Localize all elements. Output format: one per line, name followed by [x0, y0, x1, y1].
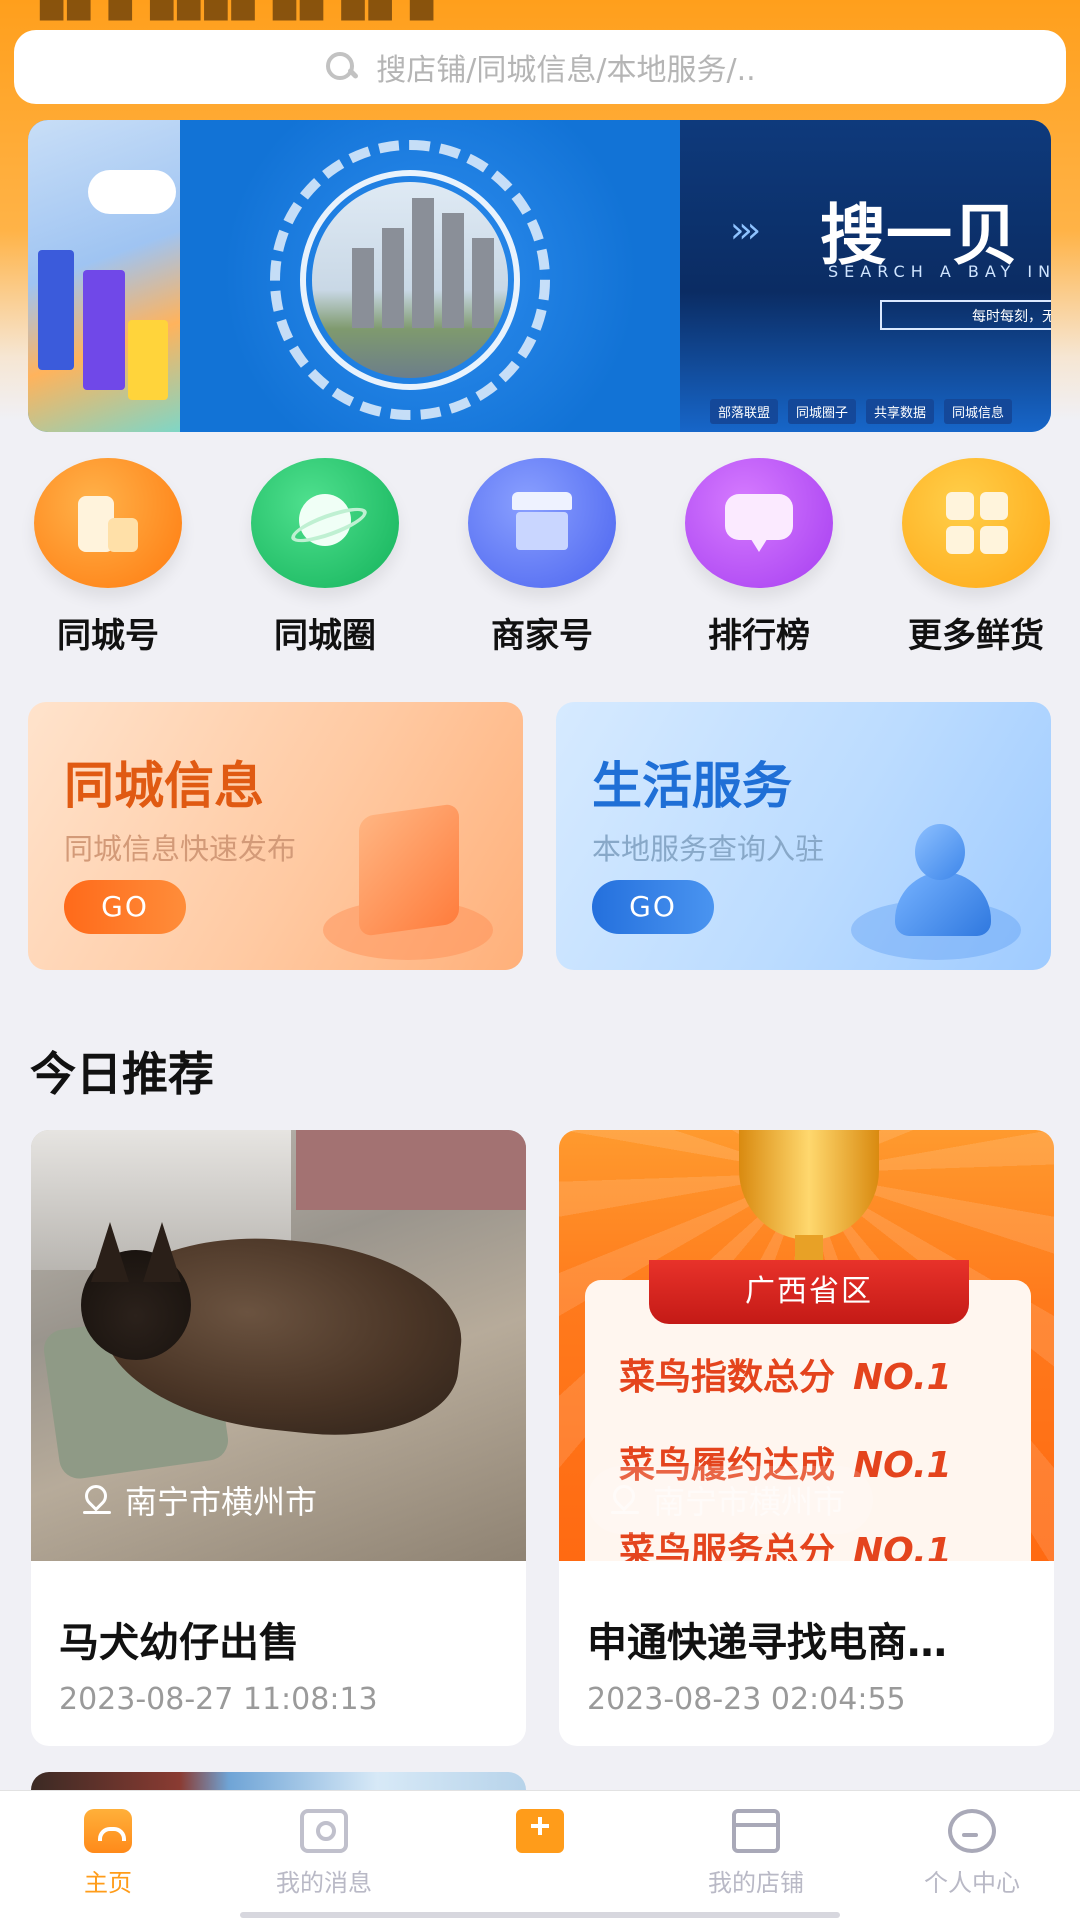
message-icon	[300, 1809, 348, 1853]
banner-tag: 共享数据	[866, 399, 935, 424]
quick-nav-local-account[interactable]: 同城号	[8, 458, 208, 657]
card-image: 广西省区 菜鸟指数总分 NO.1 菜鸟履约达成 NO.1 菜鸟服务总分 NO.1 南宁…	[559, 1130, 1054, 1561]
home-icon	[84, 1809, 132, 1853]
promo-life-service[interactable]: 生活服务 本地服务查询入驻 GO	[556, 702, 1051, 970]
banner-tag: 同城信息	[944, 399, 1013, 424]
image-line: 菜鸟服务总分	[619, 1531, 836, 1561]
promo-local-info[interactable]: 同城信息 同城信息快速发布 GO	[28, 702, 523, 970]
banner-tag: 同城圈子	[788, 399, 857, 424]
card-image: 南宁市横州市	[31, 1130, 526, 1561]
promo-subtitle: 本地服务查询入驻	[592, 832, 825, 866]
tab-label: 我的店铺	[708, 1869, 804, 1897]
image-rank: NO.1	[853, 1531, 952, 1561]
person-icon	[851, 810, 1021, 960]
card-title: 申通快递寻找电商…	[587, 1620, 947, 1666]
search-placeholder: 搜店铺/同城信息/本地服务/..	[376, 53, 756, 88]
image-line: 菜鸟指数总分	[619, 1357, 836, 1398]
book-icon	[323, 802, 493, 960]
image-ribbon: 广西省区	[649, 1260, 969, 1324]
banner-carousel[interactable]: ››› 搜一贝 SEARCH A BAY IN TH 每时每刻，无 部落联盟 同…	[28, 120, 1051, 432]
tab-publish[interactable]	[432, 1809, 648, 1853]
banner-previous-slide	[28, 120, 180, 432]
status-bar: ▆▆ ▇ ▆▆▆▆ ▆▆ ▆▆ ▆	[40, 0, 438, 21]
planet-icon	[251, 458, 399, 588]
location-text: 南宁市横州市	[125, 1483, 318, 1521]
recommendation-card[interactable]: 南宁市横州市 马犬幼仔出售 2023-08-27 11:08:13	[31, 1130, 526, 1746]
location-badge: 南宁市横州市	[59, 1466, 345, 1534]
tab-home[interactable]: 主页	[0, 1809, 216, 1898]
quick-nav-more[interactable]: 更多鲜货	[876, 458, 1076, 657]
quick-nav: 同城号 同城圈 商家号 排行榜 更多鲜货	[0, 458, 1080, 658]
user-icon	[948, 1809, 996, 1853]
store-icon	[732, 1809, 780, 1853]
quick-nav-label: 同城圈	[274, 616, 376, 656]
home-indicator	[240, 1912, 840, 1918]
quick-nav-ranking[interactable]: 排行榜	[659, 458, 859, 657]
tab-label: 主页	[84, 1869, 132, 1897]
quick-nav-label: 排行榜	[708, 616, 810, 656]
image-rank: NO.1	[853, 1357, 952, 1398]
card-title: 马犬幼仔出售	[59, 1620, 299, 1666]
promo-subtitle: 同城信息快速发布	[64, 832, 297, 866]
plus-icon	[516, 1809, 564, 1853]
location-text: 南宁市横州市	[653, 1483, 846, 1521]
recommendation-card[interactable]: 广西省区 菜鸟指数总分 NO.1 菜鸟履约达成 NO.1 菜鸟服务总分 NO.1 南宁…	[559, 1130, 1054, 1746]
promo-title: 生活服务	[592, 757, 792, 815]
section-title: 今日推荐	[30, 1047, 214, 1101]
tab-messages[interactable]: 我的消息	[216, 1809, 432, 1898]
banner-tag: 部落联盟	[710, 399, 779, 424]
go-button[interactable]: GO	[592, 880, 714, 934]
chat-badge-icon	[685, 458, 833, 588]
location-pin-icon	[611, 1485, 639, 1515]
banner-subtitle: SEARCH A BAY IN TH	[828, 262, 1051, 281]
bottom-tab-bar: 主页 我的消息 我的店铺 个人中心	[0, 1790, 1080, 1920]
search-bar[interactable]: 搜店铺/同城信息/本地服务/..	[14, 30, 1066, 104]
go-button[interactable]: GO	[64, 880, 186, 934]
grid-icon	[902, 458, 1050, 588]
building-icon	[34, 458, 182, 588]
card-date: 2023-08-27 11:08:13	[59, 1682, 378, 1717]
image-rank: NO.1	[853, 1445, 952, 1486]
tab-label: 我的消息	[276, 1869, 372, 1897]
chevrons-icon: ›››	[730, 210, 761, 251]
search-icon	[324, 50, 358, 84]
promo-title: 同城信息	[64, 757, 264, 815]
quick-nav-label: 更多鲜货	[908, 616, 1044, 656]
shop-icon	[468, 458, 616, 588]
quick-nav-local-circle[interactable]: 同城圈	[225, 458, 425, 657]
location-pin-icon	[83, 1485, 111, 1515]
banner-headline-panel: ››› 搜一贝 SEARCH A BAY IN TH 每时每刻，无 部落联盟 同…	[680, 120, 1051, 432]
quick-nav-merchant[interactable]: 商家号	[442, 458, 642, 657]
location-badge: 南宁市横州市	[587, 1466, 874, 1534]
tab-label: 个人中心	[924, 1869, 1020, 1897]
quick-nav-label: 同城号	[57, 616, 159, 656]
banner-city-photo	[180, 120, 680, 432]
card-date: 2023-08-23 02:04:55	[587, 1682, 906, 1717]
quick-nav-label: 商家号	[491, 616, 593, 656]
banner-slogan: 每时每刻，无	[880, 300, 1051, 330]
tab-my-store[interactable]: 我的店铺	[648, 1809, 864, 1898]
tab-profile[interactable]: 个人中心	[864, 1809, 1080, 1898]
